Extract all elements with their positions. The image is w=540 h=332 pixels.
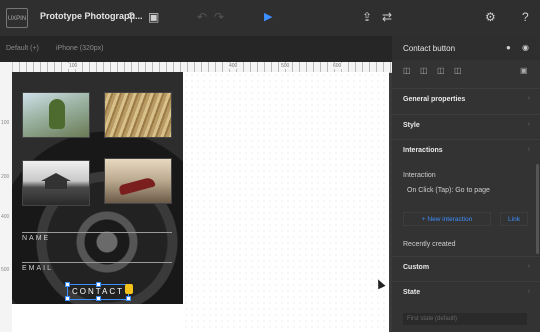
ruler-tick: 500 bbox=[1, 267, 10, 273]
section-label: State bbox=[403, 289, 421, 296]
state-select[interactable]: First state (default) bbox=[403, 313, 527, 325]
resize-handle[interactable] bbox=[96, 282, 101, 287]
ruler-tick: 600 bbox=[332, 63, 343, 69]
artboard[interactable]: NAME EMAIL CONTACT bbox=[12, 72, 183, 304]
chevron-right-icon: › bbox=[527, 263, 530, 270]
view-mode-select[interactable]: Default (+) bbox=[6, 45, 39, 52]
panel-scrollbar[interactable] bbox=[536, 164, 539, 254]
section-label: Style bbox=[403, 122, 420, 129]
email-field-line bbox=[22, 262, 172, 263]
link-button[interactable]: Link bbox=[500, 212, 528, 226]
ruler-tick: 100 bbox=[68, 63, 79, 69]
section-custom[interactable]: Custom › bbox=[392, 256, 540, 279]
properties-panel: Contact button ● ◉ ◫ ◫ ◫ ◫ ▣ General pro… bbox=[392, 36, 540, 332]
device-select[interactable]: iPhone (320px) bbox=[56, 45, 103, 52]
section-style[interactable]: Style › bbox=[392, 114, 540, 137]
resize-handle[interactable] bbox=[65, 282, 70, 287]
parrot-photo[interactable] bbox=[22, 92, 90, 138]
device-bar: Default (+) iPhone (320px) bbox=[0, 36, 392, 62]
artboard-extension bbox=[12, 304, 183, 332]
share-icon[interactable]: ⇄ bbox=[382, 10, 392, 24]
temple-roof bbox=[41, 173, 71, 181]
interaction-label: Interaction bbox=[403, 172, 436, 179]
name-field-line bbox=[22, 232, 172, 233]
section-label: General properties bbox=[403, 96, 466, 103]
temple-photo[interactable] bbox=[22, 160, 90, 206]
gear-icon[interactable]: ⚙ bbox=[485, 10, 496, 24]
lock-icon[interactable]: ● bbox=[506, 43, 511, 52]
align-left-icon[interactable]: ◫ bbox=[403, 66, 411, 75]
fit-screen-icon[interactable]: ▣ bbox=[148, 10, 159, 24]
parrot-shape bbox=[49, 99, 65, 129]
align-center-icon[interactable]: ◫ bbox=[420, 66, 428, 75]
design-canvas[interactable]: 100 400 500 600 100 200 400 500 NAME EMA… bbox=[0, 62, 392, 332]
ruler-tick: 400 bbox=[228, 63, 239, 69]
ruler-tick: 200 bbox=[1, 174, 10, 180]
align-right-icon[interactable]: ◫ bbox=[437, 66, 445, 75]
recently-created-label: Recently created bbox=[403, 241, 456, 248]
name-field-label[interactable]: NAME bbox=[22, 235, 50, 242]
section-interactions[interactable]: Interactions › bbox=[392, 139, 540, 162]
resize-handle[interactable] bbox=[126, 296, 131, 301]
panel-header: Contact button ● ◉ bbox=[392, 36, 540, 60]
ruler-tick: 100 bbox=[1, 120, 10, 126]
export-icon[interactable]: ⇪ bbox=[362, 10, 372, 24]
distribute-icon[interactable]: ◫ bbox=[454, 66, 462, 75]
visibility-icon[interactable]: ◉ bbox=[522, 43, 529, 52]
resize-handle[interactable] bbox=[65, 296, 70, 301]
chevron-right-icon: › bbox=[527, 121, 530, 128]
undo-icon[interactable]: ↶ bbox=[197, 10, 207, 24]
help-button[interactable]: ? bbox=[522, 10, 529, 24]
top-toolbar: UXPIN Prototype Photograph... ⚲ ▣ ↶ ↷ ▶ … bbox=[0, 0, 540, 36]
interaction-item[interactable]: On Click (Tap): Go to page bbox=[407, 187, 490, 194]
align-toolbar: ◫ ◫ ◫ ◫ ▣ bbox=[392, 66, 540, 80]
new-interaction-button[interactable]: + New interaction bbox=[403, 212, 491, 226]
ruler-tick: 400 bbox=[1, 214, 10, 220]
search-icon[interactable]: ⚲ bbox=[127, 10, 136, 24]
app-logo[interactable]: UXPIN bbox=[6, 8, 28, 28]
resize-handle[interactable] bbox=[96, 296, 101, 301]
section-label: Interactions bbox=[403, 147, 443, 154]
play-icon[interactable]: ▶ bbox=[264, 10, 272, 24]
section-state[interactable]: State › bbox=[392, 281, 540, 304]
chevron-down-icon: › bbox=[527, 146, 530, 153]
layout-icon[interactable]: ▣ bbox=[520, 66, 528, 75]
chevron-right-icon: › bbox=[527, 95, 530, 102]
chevron-right-icon: › bbox=[527, 288, 530, 295]
canvas-grid bbox=[183, 72, 389, 332]
wheat-photo[interactable] bbox=[104, 92, 172, 138]
email-field-label[interactable]: EMAIL bbox=[22, 265, 53, 272]
interaction-hotspot-icon[interactable] bbox=[125, 284, 133, 294]
shoe-photo[interactable] bbox=[104, 158, 172, 204]
ruler-tick: 500 bbox=[280, 63, 291, 69]
selected-element-name[interactable]: Contact button bbox=[403, 44, 455, 53]
redo-icon[interactable]: ↷ bbox=[214, 10, 224, 24]
section-general-properties[interactable]: General properties › bbox=[392, 88, 540, 111]
shoe-shape bbox=[118, 176, 156, 196]
temple-base bbox=[45, 181, 67, 189]
section-label: Custom bbox=[403, 264, 430, 271]
